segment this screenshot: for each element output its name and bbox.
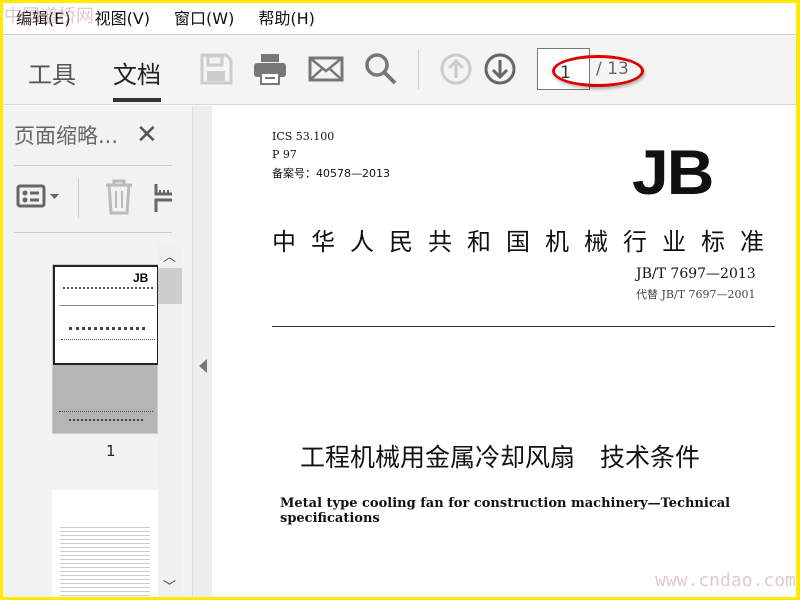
watermark-top: 中国道桥网 [4,6,94,27]
toolbar-divider [418,49,419,89]
collapse-panel-icon[interactable] [198,358,208,374]
print-icon[interactable] [252,51,288,87]
menu-window[interactable]: 窗口(W) [174,5,234,29]
divider [78,178,79,218]
close-icon[interactable]: ✕ [136,120,158,150]
p-code: P 97 [272,148,297,161]
thumbnail-page-label: 1 [106,442,116,460]
trash-icon[interactable] [103,179,135,215]
horizontal-rule [272,326,775,327]
menu-view[interactable]: 视图(V) [95,5,150,29]
document-title-cn: 工程机械用金属冷却风扇 技术条件 [300,443,701,472]
thumbnail-page-preview: JB [53,265,159,365]
tab-document[interactable]: 文档 [113,55,161,102]
document-title-en: Metal type cooling fan for construction … [280,496,731,526]
toolbar: 工具 文档 1 / 13 [0,35,800,105]
jb-logo: JB [632,136,714,208]
panel-splitter[interactable] [192,106,212,600]
replaces-standard: 代替 JB/T 7697—2001 [636,288,756,301]
tab-tools[interactable]: 工具 [28,55,76,90]
next-page-icon[interactable] [482,51,518,87]
panel-title: 页面缩略... [14,124,119,148]
scroll-down-icon[interactable]: ﹀ [163,576,176,595]
thumbnail-scrollbar[interactable]: ︿ ﹀ [158,242,182,600]
standard-number: JB/T 7697—2013 [636,266,756,282]
email-icon[interactable] [308,51,344,87]
thumbnail-list: JB 1 [0,246,182,600]
watermark-bottom: www.cndao.com [655,570,796,591]
scrollbar-thumb[interactable] [158,268,182,304]
national-standard-heading: 中华人民共和国机械行业标准 [272,228,779,256]
divider [14,232,172,233]
scroll-up-icon[interactable]: ︿ [163,246,176,265]
document-page: ICS 53.100 P 97 备案号：40578—2013 JB 中华人民共和… [212,106,800,600]
page-thumbnail-2[interactable] [52,490,158,600]
ics-code: ICS 53.100 [272,130,335,143]
search-icon[interactable] [363,51,399,87]
menu-help[interactable]: 帮助(H) [258,5,315,29]
extract-icon[interactable] [154,182,172,214]
previous-page-icon[interactable] [438,51,474,87]
menu-bar: 编辑(E) 视图(V) 窗口(W) 帮助(H) [0,0,800,35]
thumbnail-options-icon[interactable] [16,184,62,210]
page-thumbnail-1[interactable]: JB [52,264,159,434]
thumbnail-panel: 页面缩略... ✕ JB 1 ︿ ﹀ [0,106,192,600]
record-number: 备案号：40578—2013 [272,167,390,180]
divider [14,165,172,166]
save-icon[interactable] [198,51,234,87]
highlight-ellipse [552,55,644,87]
